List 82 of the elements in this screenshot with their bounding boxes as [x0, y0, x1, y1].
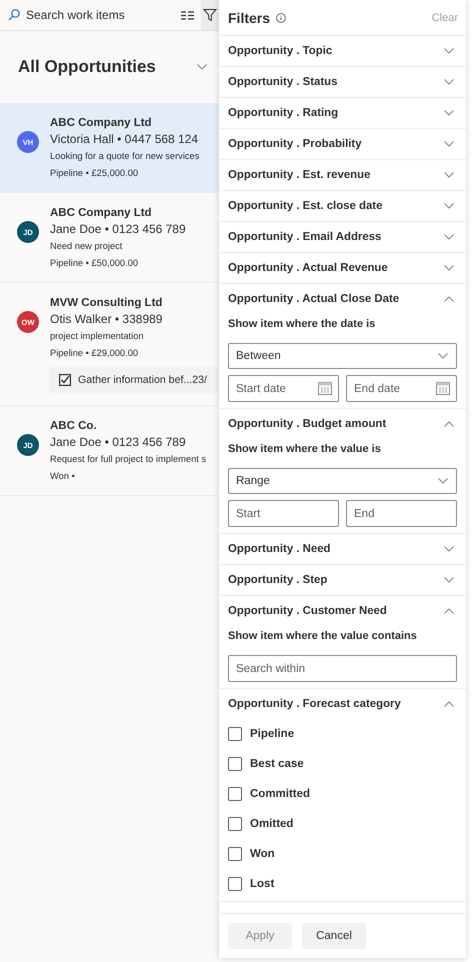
option-label: Pipeline	[250, 728, 294, 740]
description: Request for full project to implement s	[50, 453, 206, 466]
status-line: Pipeline • £50,000.00	[50, 257, 140, 270]
filter-section-header[interactable]: Opportunity . Est. revenue	[219, 160, 466, 190]
view-title: All Opportunities	[18, 57, 156, 77]
filter-section-header[interactable]: Opportunity . Customer Need	[219, 596, 466, 626]
filter-section-header[interactable]: Opportunity . Rating	[219, 98, 466, 128]
filter-section-header[interactable]: Opportunity . Topic	[219, 36, 466, 66]
filter-section-header[interactable]: Opportunity . Need	[219, 534, 466, 564]
task-chip[interactable]: Gather information bef...23/	[49, 367, 219, 393]
chevron-down-icon	[444, 577, 454, 583]
panel-title: Filters	[228, 10, 270, 26]
search-field[interactable]: Search work items	[26, 8, 181, 22]
filter-button[interactable]	[201, 0, 219, 30]
option-label: Omitted	[250, 818, 294, 830]
calendar-icon	[436, 382, 450, 395]
account-name: MVW Consulting Ltd	[50, 296, 164, 311]
filter-section-header[interactable]: Opportunity . Status	[219, 67, 466, 97]
chevron-up-icon	[444, 701, 454, 707]
status-line: Pipeline • £29,000.00	[50, 347, 140, 360]
option-label: Won	[250, 848, 275, 860]
filter-section-header[interactable]: Opportunity . Forecast category	[219, 689, 466, 719]
operator-dropdown[interactable]: Range	[228, 468, 457, 494]
description: Need new project	[50, 240, 124, 253]
chevron-down-icon	[444, 48, 454, 54]
contact-line: Victoria Hall • 0447 568 124	[50, 131, 200, 148]
checkbox[interactable]	[228, 787, 242, 801]
chevron-down-icon	[444, 234, 454, 240]
checkbox[interactable]	[228, 727, 242, 741]
chevron-up-icon	[444, 421, 454, 427]
filter-prompt: Show item where the date is	[228, 318, 376, 330]
view-chevron-icon[interactable]	[197, 64, 207, 70]
chevron-down-icon	[444, 203, 454, 209]
filter-section-header[interactable]: Opportunity . Budget amount	[219, 409, 466, 439]
checkbox[interactable]	[228, 877, 242, 891]
filter-icon	[203, 8, 217, 22]
chevron-down-icon	[438, 478, 448, 484]
list-view-icon[interactable]	[181, 10, 194, 20]
chevron-down-icon	[438, 353, 448, 359]
description: project implementation	[50, 330, 145, 343]
option-label: Committed	[250, 788, 310, 800]
search-icon	[8, 9, 20, 21]
account-name: ABC Co.	[50, 419, 98, 434]
chevron-down-icon	[444, 172, 454, 178]
chevron-down-icon	[444, 546, 454, 552]
checkbox[interactable]	[228, 847, 242, 861]
status-line: Pipeline • £25,000.00	[50, 167, 140, 180]
filter-section-header[interactable]: Opportunity . Actual Close Date	[219, 284, 466, 314]
date-field[interactable]: Start date	[228, 375, 339, 402]
chevron-down-icon	[444, 265, 454, 271]
task-label: Gather information bef...23/	[78, 374, 207, 386]
account-name: ABC Company Ltd	[50, 116, 153, 131]
operator-dropdown[interactable]: Between	[228, 343, 457, 369]
description: Looking for a quote for new services	[50, 150, 200, 163]
date-field[interactable]: End date	[346, 375, 457, 402]
chevron-up-icon	[444, 608, 454, 614]
contact-line: Jane Doe • 0123 456 789	[50, 221, 186, 238]
filter-prompt: Show item where the value contains	[228, 630, 418, 642]
filter-section-header[interactable]: Opportunity . Est. close date	[219, 191, 466, 221]
search-within-field[interactable]: Search within	[228, 655, 457, 682]
filter-prompt: Show item where the value is	[228, 443, 382, 455]
filter-section-header[interactable]: Opportunity . Actual Revenue	[219, 253, 466, 283]
number-field[interactable]: End	[346, 500, 457, 527]
option-label: Best case	[250, 758, 304, 770]
contact-line: Otis Walker • 338989	[50, 311, 164, 328]
chevron-down-icon	[444, 141, 454, 147]
checkbox[interactable]	[228, 757, 242, 771]
info-icon[interactable]	[276, 12, 286, 22]
account-name: ABC Company Ltd	[50, 206, 153, 221]
filter-section-header[interactable]: Opportunity . Step	[219, 565, 466, 595]
option-label: Lost	[250, 878, 274, 890]
chevron-up-icon	[444, 296, 454, 302]
calendar-icon	[318, 382, 332, 395]
cancel-button[interactable]: Cancel	[302, 923, 366, 949]
number-field[interactable]: Start	[228, 500, 339, 527]
chevron-down-icon	[444, 110, 454, 116]
chevron-down-icon	[444, 79, 454, 85]
status-line: Won •	[50, 470, 76, 483]
contact-line: Jane Doe • 0123 456 789	[50, 434, 187, 451]
checkbox[interactable]	[228, 817, 242, 831]
filter-section-header[interactable]: Opportunity . Email Address	[219, 222, 466, 252]
filter-section-header[interactable]: Opportunity . Probability	[219, 129, 466, 159]
